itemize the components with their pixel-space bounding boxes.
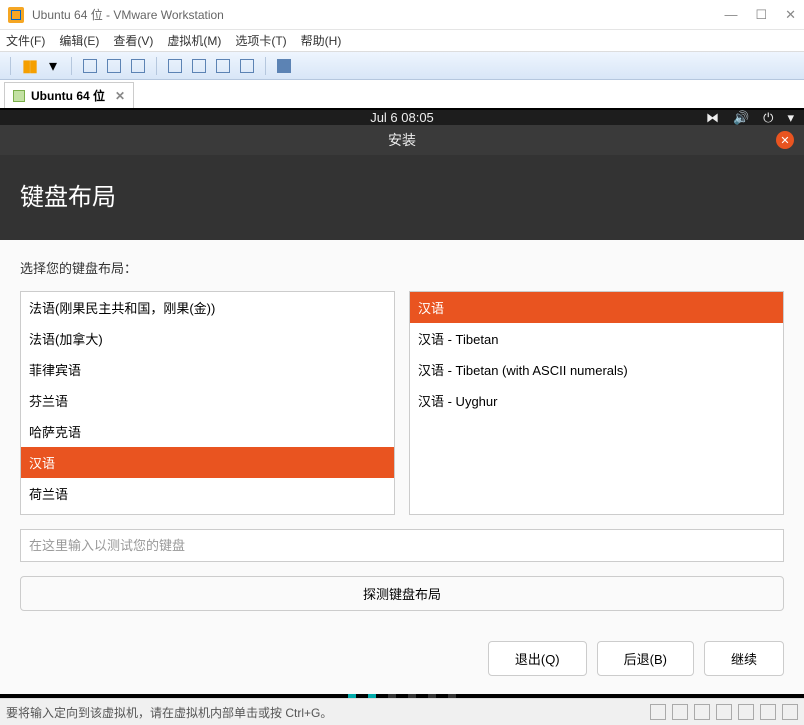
installer-title: 安装 xyxy=(388,130,416,150)
vm-tab-close-icon[interactable]: ✕ xyxy=(115,89,125,103)
quit-button[interactable]: 退出(Q) xyxy=(488,641,587,676)
snapshot-revert-button[interactable] xyxy=(104,56,124,76)
device-cdrom-icon[interactable] xyxy=(672,704,688,720)
ubuntu-clock[interactable]: Jul 6 08:05 xyxy=(370,110,434,125)
device-sound-icon[interactable] xyxy=(738,704,754,720)
continue-button[interactable]: 继续 xyxy=(704,641,784,676)
pause-button[interactable]: ▮▮ xyxy=(19,56,39,76)
device-harddisk-icon[interactable] xyxy=(650,704,666,720)
language-item[interactable]: 黑山语 xyxy=(21,509,394,515)
vmware-statusbar: 要将输入定向到该虚拟机，请在虚拟机内部单击或按 Ctrl+G。 xyxy=(0,698,804,725)
menu-help[interactable]: 帮助(H) xyxy=(301,32,342,49)
vm-tab[interactable]: Ubuntu 64 位 ✕ xyxy=(4,82,134,108)
device-printer-icon[interactable] xyxy=(760,704,776,720)
menu-tabs[interactable]: 选项卡(T) xyxy=(235,32,286,49)
close-button[interactable]: ✕ xyxy=(785,7,796,23)
back-button[interactable]: 后退(B) xyxy=(597,641,694,676)
variant-item[interactable]: 汉语 xyxy=(410,292,783,323)
progress-dots xyxy=(0,694,804,698)
snapshot-manager-button[interactable] xyxy=(128,56,148,76)
language-item[interactable]: 菲律宾语 xyxy=(21,354,394,385)
vmware-toolbar: ▮▮ ▾ xyxy=(0,52,804,80)
language-item[interactable]: 法语(刚果民主共和国，刚果(金)) xyxy=(21,292,394,323)
device-network-icon[interactable] xyxy=(694,704,710,720)
multimon-button[interactable] xyxy=(213,56,233,76)
language-item[interactable]: 法语(加拿大) xyxy=(21,323,394,354)
volume-icon[interactable]: 🔊 xyxy=(733,110,749,126)
minimize-button[interactable]: — xyxy=(724,7,737,23)
fullscreen-button[interactable] xyxy=(274,56,294,76)
thumbnail-button[interactable] xyxy=(189,56,209,76)
stretch-button[interactable] xyxy=(237,56,257,76)
language-list[interactable]: 法语(刚果民主共和国，刚果(金))法语(加拿大)菲律宾语芬兰语哈萨克语汉语荷兰语… xyxy=(20,291,395,515)
snapshot-button[interactable] xyxy=(80,56,100,76)
installer-body: 选择您的键盘布局： 法语(刚果民主共和国，刚果(金))法语(加拿大)菲律宾语芬兰… xyxy=(0,240,804,694)
ubuntu-topbar: Jul 6 08:05 ⧓ 🔊 ⏻ ▾ xyxy=(0,110,804,125)
language-item[interactable]: 哈萨克语 xyxy=(21,416,394,447)
vm-running-icon xyxy=(13,90,25,102)
vmware-titlebar: Ubuntu 64 位 - VMware Workstation — ☐ ✕ xyxy=(0,0,804,30)
guest-display: Jul 6 08:05 ⧓ 🔊 ⏻ ▾ 安装 ✕ 键盘布局 选择您的键盘布局： … xyxy=(0,110,804,698)
test-keyboard-input[interactable] xyxy=(20,529,784,562)
language-item[interactable]: 汉语 xyxy=(21,447,394,478)
vm-tab-label: Ubuntu 64 位 xyxy=(31,87,105,104)
device-usb-icon[interactable] xyxy=(716,704,732,720)
device-display-icon[interactable] xyxy=(782,704,798,720)
variant-list[interactable]: 汉语汉语 - Tibetan汉语 - Tibetan (with ASCII n… xyxy=(409,291,784,515)
variant-item[interactable]: 汉语 - Tibetan (with ASCII numerals) xyxy=(410,354,783,385)
language-item[interactable]: 芬兰语 xyxy=(21,385,394,416)
layout-prompt: 选择您的键盘布局： xyxy=(20,258,784,277)
installer-titlebar: 安装 ✕ xyxy=(0,125,804,155)
vmware-menubar: 文件(F) 编辑(E) 查看(V) 虚拟机(M) 选项卡(T) 帮助(H) xyxy=(0,30,804,52)
device-tray xyxy=(650,704,798,720)
power-dropdown[interactable]: ▾ xyxy=(43,56,63,76)
language-item[interactable]: 荷兰语 xyxy=(21,478,394,509)
variant-item[interactable]: 汉语 - Uyghur xyxy=(410,385,783,416)
menu-vm[interactable]: 虚拟机(M) xyxy=(167,32,221,49)
page-heading: 键盘布局 xyxy=(0,155,804,240)
menu-edit[interactable]: 编辑(E) xyxy=(59,32,99,49)
network-icon[interactable]: ⧓ xyxy=(706,110,719,126)
vm-tabbar: Ubuntu 64 位 ✕ xyxy=(0,80,804,110)
window-title: Ubuntu 64 位 - VMware Workstation xyxy=(32,6,724,23)
detect-layout-button[interactable]: 探测键盘布局 xyxy=(20,576,784,611)
variant-item[interactable]: 汉语 - Tibetan xyxy=(410,323,783,354)
installer-window: 安装 ✕ 键盘布局 选择您的键盘布局： 法语(刚果民主共和国，刚果(金))法语(… xyxy=(0,125,804,694)
installer-close-button[interactable]: ✕ xyxy=(776,131,794,149)
power-icon[interactable]: ⏻ xyxy=(763,110,773,126)
chevron-down-icon[interactable]: ▾ xyxy=(787,110,794,126)
maximize-button[interactable]: ☐ xyxy=(755,7,767,23)
vmware-logo-icon xyxy=(8,7,24,23)
unity-button[interactable] xyxy=(165,56,185,76)
status-message: 要将输入定向到该虚拟机，请在虚拟机内部单击或按 Ctrl+G。 xyxy=(6,704,650,721)
menu-view[interactable]: 查看(V) xyxy=(113,32,153,49)
window-controls: — ☐ ✕ xyxy=(724,7,796,23)
menu-file[interactable]: 文件(F) xyxy=(6,32,45,49)
